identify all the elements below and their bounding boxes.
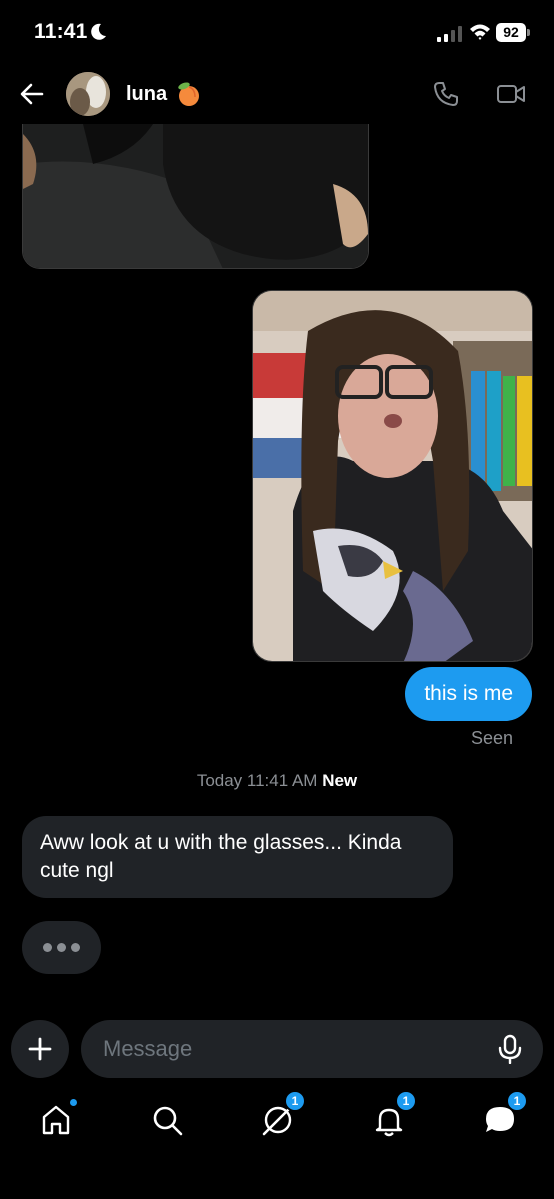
home-icon [42,1105,70,1135]
add-attachment-button[interactable] [11,1020,69,1078]
battery-tip [527,29,530,36]
incoming-message[interactable]: Aww look at u with the glasses... Kinda … [22,816,453,898]
contact-name[interactable]: luna [126,83,167,106]
day-divider: Today 11:41 AM New [0,771,554,791]
battery-indicator: 92 [496,23,530,42]
nav-search[interactable] [149,1102,185,1138]
sent-photo[interactable] [252,290,533,662]
battery-level: 92 [496,23,526,42]
typing-dot [71,943,80,952]
received-photo[interactable] [22,124,369,269]
outgoing-message[interactable]: this is me [405,667,532,721]
message-input[interactable]: Message [81,1020,543,1078]
nav-home[interactable] [38,1098,78,1138]
moon-icon [91,23,106,40]
typing-dot [43,943,52,952]
back-arrow-icon[interactable] [18,80,46,108]
nav-notifications[interactable]: 1 [371,1090,417,1138]
status-bar: 11:41 92 [0,0,554,64]
day-divider-timestamp: Today 11:41 AM [196,771,318,790]
notifications-badge: 1 [395,1090,417,1112]
typing-dot [57,943,66,952]
nav-messages[interactable]: 1 [482,1090,528,1138]
signal-icon [437,26,462,42]
explore-badge: 1 [284,1090,306,1112]
typing-indicator [22,921,101,974]
conversation-header: luna [0,64,554,124]
bottom-navigation: 1 1 1 [0,1090,554,1150]
message-placeholder: Message [103,1036,193,1061]
nav-explore[interactable]: 1 [260,1090,306,1138]
microphone-icon[interactable] [497,1034,523,1064]
seen-status: Seen [470,728,513,748]
video-call-icon[interactable] [496,81,526,107]
wifi-icon [470,24,490,40]
search-icon [153,1106,183,1136]
status-time: 11:41 [34,20,88,43]
messages-badge: 1 [506,1090,528,1112]
home-unread-dot [69,1098,78,1107]
new-label: New [322,771,358,790]
avatar[interactable] [66,72,110,116]
plus-icon [28,1037,52,1061]
phone-icon[interactable] [432,80,460,108]
peach-emoji-icon [178,82,199,106]
